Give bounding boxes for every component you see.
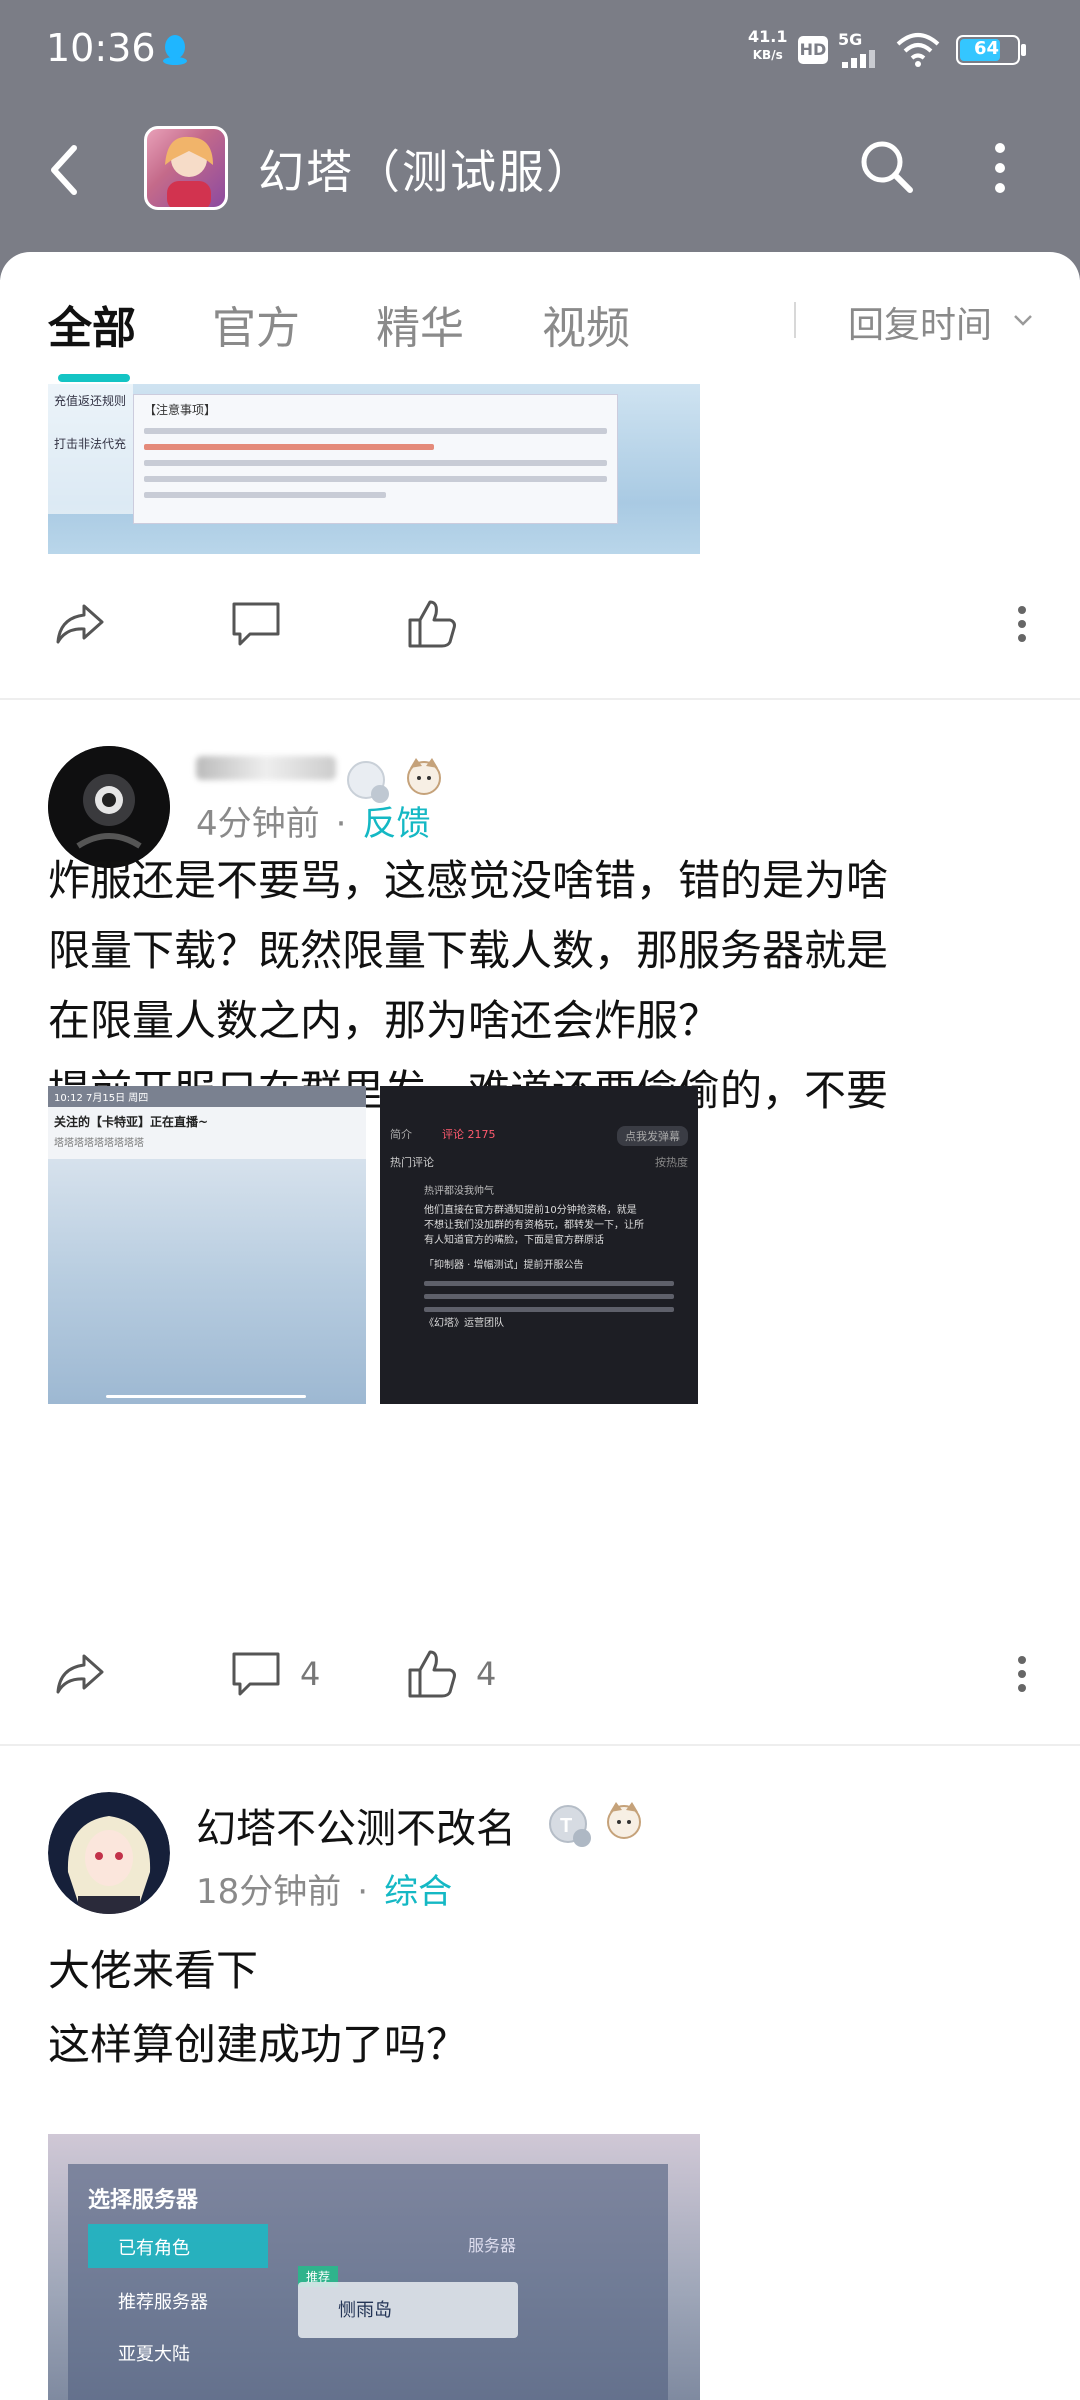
sort-dropdown[interactable]: 回复时间 xyxy=(848,296,992,348)
page-title: 幻塔（测试服） xyxy=(258,145,594,199)
chevron-down-icon[interactable] xyxy=(1012,312,1034,328)
category-link[interactable]: 综合 xyxy=(384,1872,452,1912)
feed-sheet: 全部 官方 精华 视频 回复时间 充值返还规则 打击非法代充 【注意事项】 4分… xyxy=(0,252,1080,2400)
comment-icon xyxy=(232,602,280,646)
search-icon[interactable] xyxy=(856,136,918,198)
post-actions: 4 4 xyxy=(0,1634,1080,1714)
thumbs-up-icon xyxy=(408,600,456,648)
comment-button[interactable] xyxy=(228,594,284,654)
image-side-panel: 充值返还规则 打击非法代充 xyxy=(48,384,133,514)
level-badge-icon: T xyxy=(549,1805,591,1847)
post-image[interactable]: 选择服务器 已有角色 服务器 推荐服务器 亚夏大陆 推荐 恻雨岛 xyxy=(48,2134,700,2400)
author-name-redacted xyxy=(196,756,336,780)
thumbs-up-icon xyxy=(408,1650,456,1698)
share-button[interactable] xyxy=(52,1644,108,1704)
post-image[interactable]: 充值返还规则 打击非法代充 【注意事项】 xyxy=(48,384,700,554)
qq-penguin-icon xyxy=(163,35,187,65)
more-vertical-icon[interactable] xyxy=(1016,1648,1028,1700)
post-card[interactable]: 4分钟前 · 反馈 炸服还是不要骂，这感觉没啥错，错的是为啥 限量下载？既然限量下载… xyxy=(0,698,1080,1428)
comment-count: 4 xyxy=(300,1655,321,1693)
like-button[interactable]: 4 xyxy=(404,1644,496,1704)
wifi-icon xyxy=(896,33,940,67)
top-header: 10:36 41.1 KB/s HD 5G 64 幻塔（测试服） xyxy=(0,0,1080,280)
comment-icon xyxy=(232,1652,280,1696)
avatar[interactable] xyxy=(48,1792,170,1914)
app-bar: 幻塔（测试服） xyxy=(0,110,1080,230)
comment-button[interactable]: 4 xyxy=(228,1644,320,1704)
tab-all[interactable]: 全部 xyxy=(48,292,136,356)
share-icon xyxy=(56,604,104,644)
game-avatar[interactable] xyxy=(144,126,228,210)
post-content[interactable]: 大佬来看下 这样算创建成功了吗？ xyxy=(48,1934,1038,2082)
tab-featured[interactable]: 精华 xyxy=(376,292,464,356)
tab-bar: 全部 官方 精华 视频 回复时间 xyxy=(0,252,1080,382)
tab-official[interactable]: 官方 xyxy=(212,292,300,356)
like-button[interactable] xyxy=(404,594,460,654)
tab-video[interactable]: 视频 xyxy=(542,292,630,356)
status-bar: 10:36 41.1 KB/s HD 5G 64 xyxy=(0,0,1080,100)
share-icon xyxy=(56,1654,104,1694)
status-time: 10:36 xyxy=(46,26,156,70)
post-image[interactable]: 简介 评论 2175 点我发弹幕 热门评论 按热度 热评都没我帅气 他们直接在官… xyxy=(380,1086,698,1404)
back-arrow-icon[interactable] xyxy=(40,140,92,200)
signal-5g-icon: 5G xyxy=(838,30,884,70)
mascot-badge-icon xyxy=(407,758,441,795)
tab-divider xyxy=(794,302,796,338)
post-actions xyxy=(0,584,1080,664)
battery-icon: 64 xyxy=(956,34,1028,66)
category-link[interactable]: 反馈 xyxy=(362,804,430,844)
share-button[interactable] xyxy=(52,594,108,654)
more-vertical-icon[interactable] xyxy=(980,138,1020,198)
more-vertical-icon[interactable] xyxy=(1016,598,1028,650)
mascot-badge-icon xyxy=(607,1802,641,1839)
net-speed: 41.1 KB/s xyxy=(748,27,788,63)
hd-badge: HD xyxy=(798,36,828,64)
tab-active-indicator xyxy=(58,374,130,382)
svg-text:T: T xyxy=(560,1815,572,1837)
post-meta: 18分钟前 · 综合 xyxy=(196,1872,453,1912)
post-image[interactable]: 10:12 7月15日 周四 关注的【卡特亚】正在直播~ 塔塔塔塔塔塔塔塔塔 xyxy=(48,1086,366,1404)
image-notice: 【注意事项】 xyxy=(133,394,618,524)
like-count: 4 xyxy=(476,1655,497,1693)
post-meta: 4分钟前 · 反馈 xyxy=(196,804,431,844)
author-name[interactable]: 幻塔不公测不改名 xyxy=(196,1796,516,1854)
